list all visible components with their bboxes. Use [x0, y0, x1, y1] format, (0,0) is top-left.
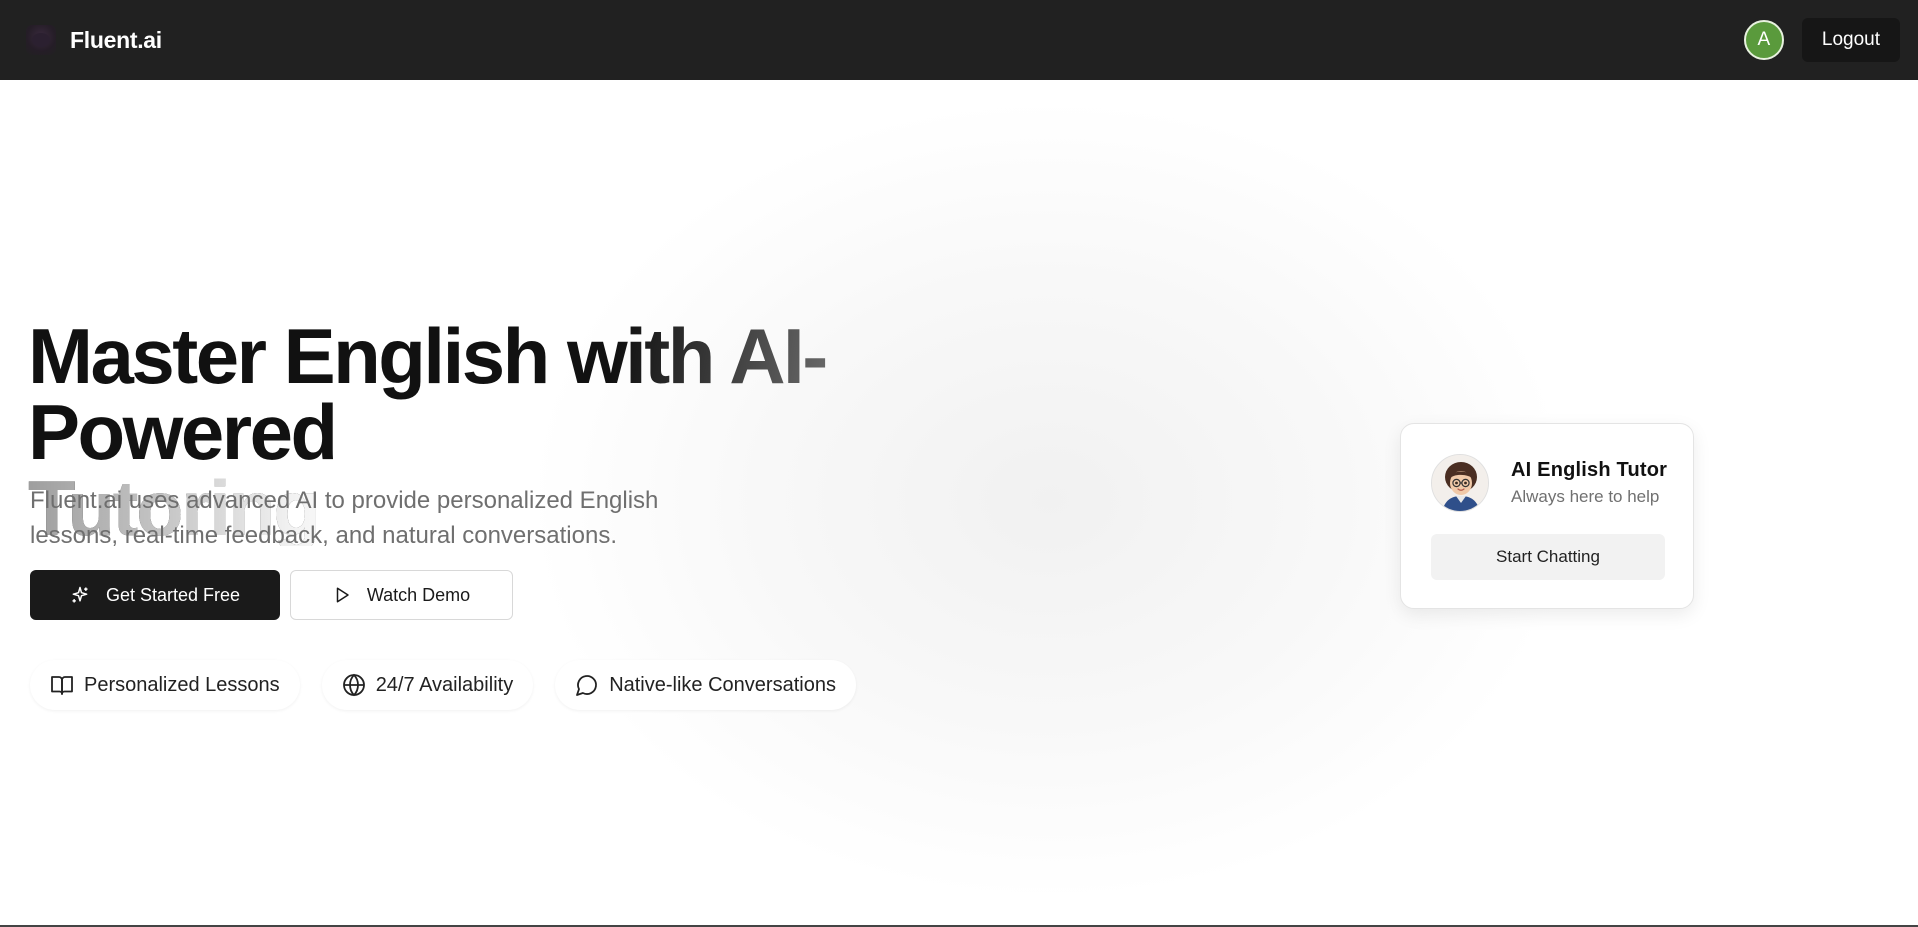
feature-availability: 24/7 Availability [321, 660, 534, 710]
subtitle-line-2: lessons, real-time feedback, and natural… [30, 522, 617, 549]
tutor-status: Always here to help [1511, 487, 1660, 506]
tutor-header: AI English Tutor Always here to help [1431, 454, 1667, 512]
nav-actions: A Logout [1743, 0, 1900, 80]
message-circle-icon [575, 673, 599, 697]
feature-personalized-lessons: Personalized Lessons [30, 660, 300, 710]
get-started-label: Get Started Free [105, 584, 241, 605]
logout-button[interactable]: Logout [1801, 18, 1900, 62]
watch-demo-label: Watch Demo [366, 584, 471, 605]
headline-line-1: Master English with AI-Powered [28, 312, 826, 476]
user-avatar[interactable]: A [1743, 20, 1784, 60]
tutor-info: AI English Tutor Always here to help [1511, 459, 1667, 507]
hero-subtitle: Fluent.ai uses advanced AI to provide pe… [30, 483, 710, 553]
feature-label: 24/7 Availability [375, 673, 514, 696]
get-started-button[interactable]: Get Started Free [30, 570, 280, 620]
start-chatting-button[interactable]: Start Chatting [1431, 534, 1665, 580]
book-open-icon [50, 673, 74, 697]
brand-name: Fluent.ai [70, 26, 162, 53]
cta-row: Get Started Free Watch Demo [30, 570, 513, 620]
tutor-name: AI English Tutor [1511, 459, 1668, 481]
watch-demo-button[interactable]: Watch Demo [290, 570, 513, 620]
tutor-avatar-image [1431, 454, 1489, 512]
feature-list: Personalized Lessons 24/7 Availability N… [30, 660, 878, 710]
top-navbar: Fluent.ai A Logout [0, 0, 1918, 80]
globe-icon [342, 673, 366, 697]
sparkles-icon [70, 585, 90, 605]
feature-conversations: Native-like Conversations [555, 660, 856, 710]
subtitle-line-1: Fluent.ai uses advanced AI to provide pe… [30, 487, 659, 514]
feature-label: Native-like Conversations [609, 673, 836, 696]
play-icon [333, 586, 351, 604]
tutor-card: AI English Tutor Always here to help Sta… [1400, 423, 1694, 609]
feature-label: Personalized Lessons [84, 673, 280, 696]
brand[interactable]: Fluent.ai [26, 25, 162, 55]
fluent-logo-icon [26, 25, 56, 55]
